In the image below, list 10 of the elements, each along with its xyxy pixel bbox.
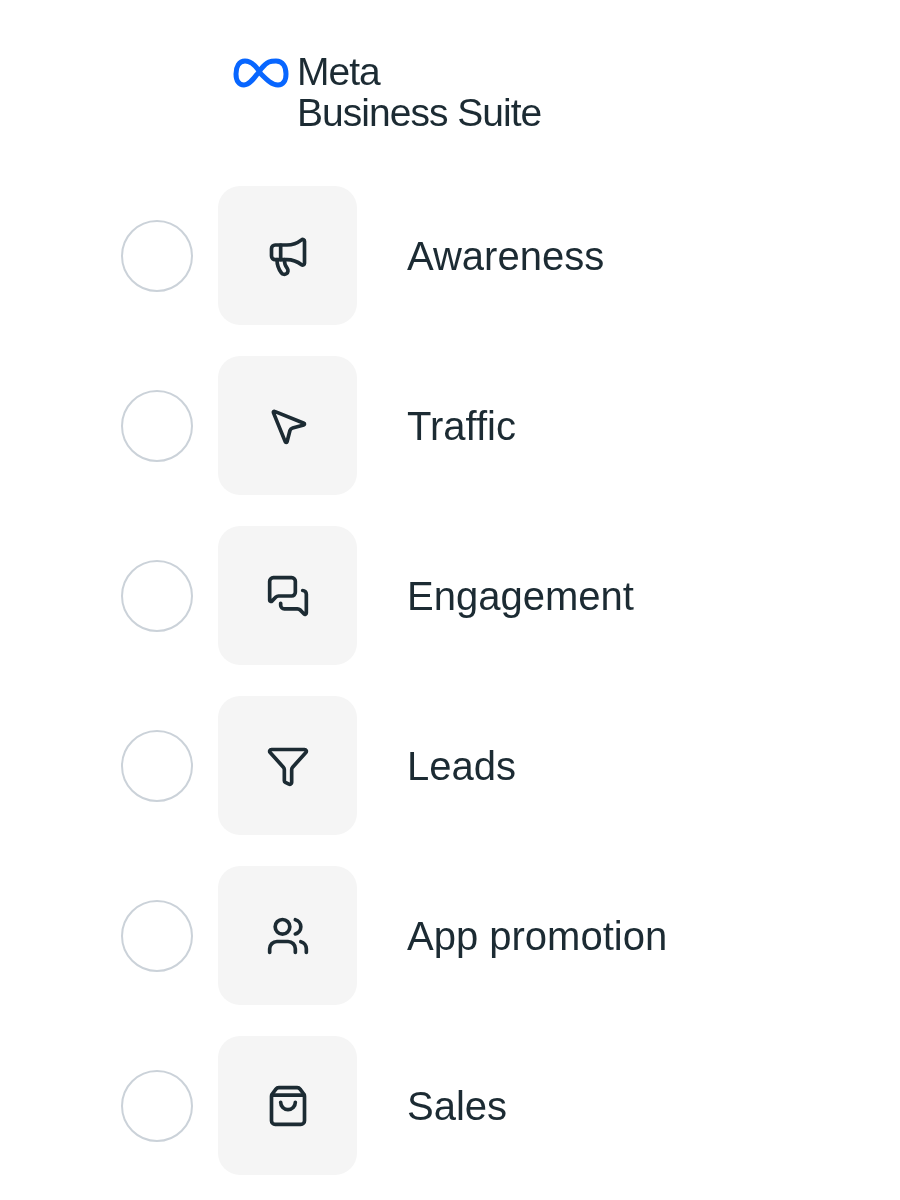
option-label: Traffic xyxy=(407,402,516,450)
option-label: App promotion xyxy=(407,912,668,960)
option-label: Sales xyxy=(407,1082,508,1130)
option-label: Awareness xyxy=(407,232,605,280)
logo-text: Meta xyxy=(297,52,382,91)
logo-text: Business Suite xyxy=(297,93,542,132)
meta-logo-icon xyxy=(233,58,289,90)
option-label: Engagement xyxy=(407,572,634,620)
option-label: Leads xyxy=(407,742,516,790)
chat-bubbles-icon xyxy=(265,573,310,618)
